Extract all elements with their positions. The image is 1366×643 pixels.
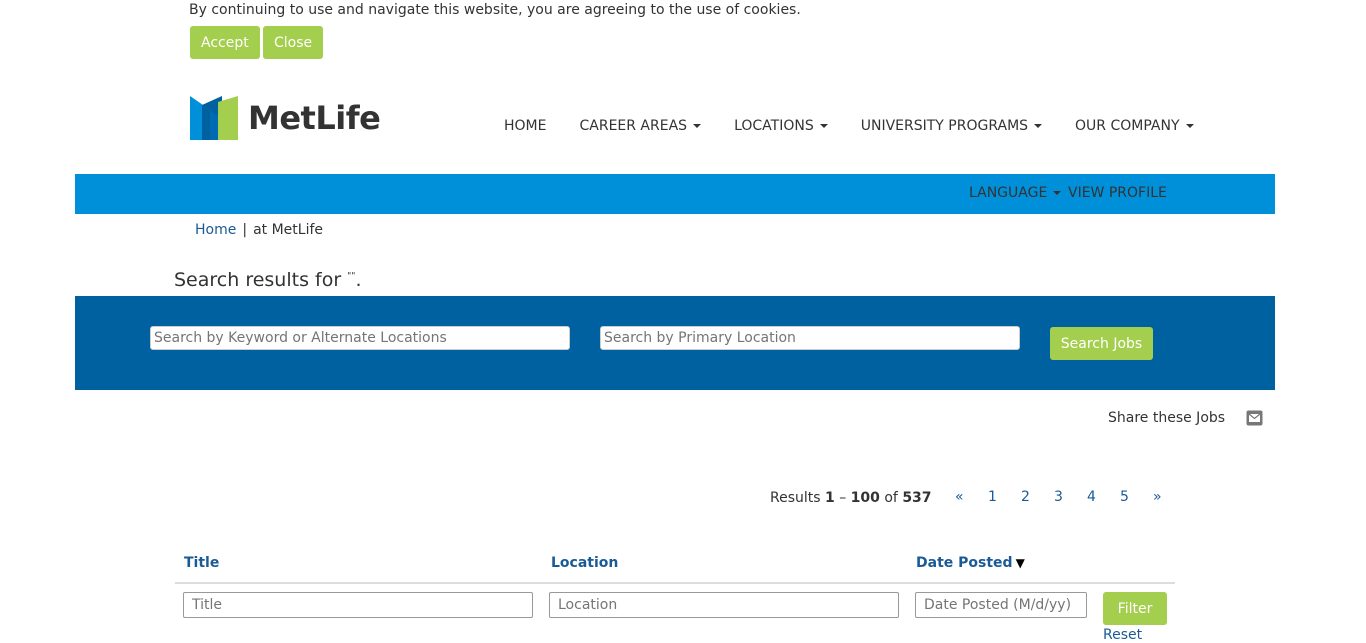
column-header-date-posted[interactable]: Date Posted ▼ (916, 555, 1025, 571)
breadcrumb-current: at MetLife (253, 222, 323, 238)
search-panel: Search Jobs (75, 296, 1275, 390)
sort-descending-icon: ▼ (1015, 556, 1025, 570)
caret-down-icon (693, 124, 702, 128)
nav-locations-label: LOCATIONS (734, 118, 814, 134)
reset-filters-link[interactable]: Reset (1103, 627, 1142, 643)
pagination-page[interactable]: 3 (1054, 489, 1087, 505)
column-header-title[interactable]: Title (184, 555, 219, 571)
pagination-page[interactable]: 1 (988, 489, 1021, 505)
pagination-prev[interactable]: « (955, 489, 988, 505)
column-header-date-label: Date Posted (916, 555, 1013, 571)
nav-locations[interactable]: LOCATIONS (734, 118, 828, 134)
search-title-prefix: Search results for (174, 269, 348, 291)
nav-our-company[interactable]: OUR COMPANY (1075, 118, 1194, 134)
keyword-search-input[interactable] (150, 326, 570, 350)
breadcrumb-separator: | (242, 222, 248, 238)
date-filter-input[interactable] (915, 592, 1087, 618)
results-total: 537 (902, 490, 932, 506)
caret-down-icon (1185, 124, 1194, 128)
pagination-next[interactable]: » (1153, 489, 1186, 505)
search-jobs-button[interactable]: Search Jobs (1050, 327, 1153, 360)
nav-university-programs[interactable]: UNIVERSITY PROGRAMS (860, 118, 1043, 134)
metlife-mark-icon (190, 96, 238, 140)
location-search-input[interactable] (600, 326, 1020, 350)
logo-text: MetLife (248, 99, 381, 137)
share-jobs-label: Share these Jobs (1108, 410, 1226, 426)
title-filter-input[interactable] (183, 592, 533, 618)
nav-career-areas[interactable]: CAREER AREAS (579, 118, 702, 134)
cookie-message: By continuing to use and navigate this w… (189, 2, 801, 18)
nav-career-areas-label: CAREER AREAS (579, 118, 688, 134)
view-profile-link[interactable]: VIEW PROFILE (1068, 185, 1167, 201)
results-start: 1 (825, 490, 835, 506)
language-dropdown[interactable]: LANGUAGE (969, 185, 1062, 201)
envelope-icon[interactable] (1246, 410, 1263, 426)
nav-university-programs-label: UNIVERSITY PROGRAMS (860, 118, 1029, 134)
close-cookies-button[interactable]: Close (263, 26, 324, 59)
search-results-title: Search results for "". (174, 269, 362, 291)
nav-our-company-label: OUR COMPANY (1075, 118, 1180, 134)
caret-down-icon (1034, 124, 1043, 128)
results-prefix: Results (770, 490, 826, 506)
accept-cookies-button[interactable]: Accept (190, 26, 260, 59)
pagination-page[interactable]: 5 (1120, 489, 1153, 505)
caret-down-icon (1053, 191, 1062, 195)
pagination: « 1 2 3 4 5 » (955, 489, 1186, 505)
breadcrumb-home-link[interactable]: Home (195, 222, 236, 238)
main-nav: HOME CAREER AREAS LOCATIONS UNIVERSITY P… (504, 118, 1194, 134)
results-end: 100 (850, 490, 880, 506)
breadcrumb: Home | at MetLife (195, 222, 323, 238)
table-header-divider (175, 582, 1175, 584)
results-dash: – (834, 490, 851, 506)
column-header-location[interactable]: Location (551, 555, 618, 571)
view-profile-label: VIEW PROFILE (1068, 185, 1167, 201)
filter-button[interactable]: Filter (1103, 592, 1167, 625)
results-of: of (879, 490, 903, 506)
nav-home[interactable]: HOME (504, 118, 546, 134)
language-label: LANGUAGE (969, 185, 1048, 201)
location-filter-input[interactable] (549, 592, 899, 618)
search-title-suffix: . (355, 269, 362, 291)
caret-down-icon (819, 124, 828, 128)
utility-bar: LANGUAGE VIEW PROFILE (75, 174, 1275, 214)
nav-home-label: HOME (504, 118, 547, 134)
pagination-page[interactable]: 4 (1087, 489, 1120, 505)
metlife-logo[interactable]: MetLife (190, 96, 381, 140)
pagination-page[interactable]: 2 (1021, 489, 1054, 505)
results-summary: Results 1 – 100 of 537 (770, 490, 932, 506)
